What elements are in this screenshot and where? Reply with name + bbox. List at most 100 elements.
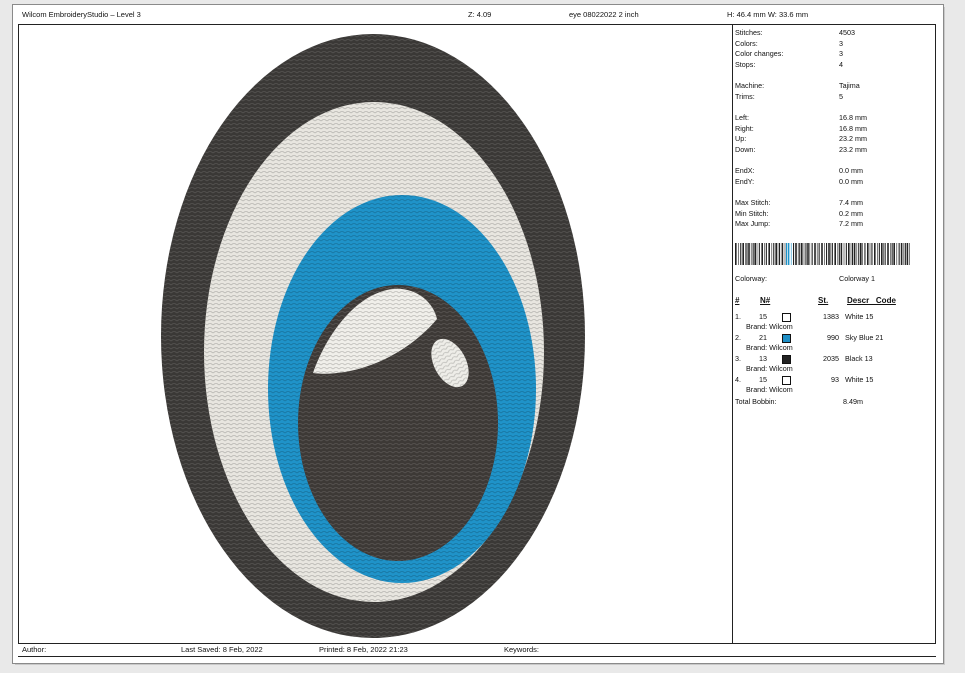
barcode-stripe <box>884 243 886 265</box>
barcode-stripe <box>848 243 850 265</box>
barcode-stripe <box>853 243 856 265</box>
barcode-stripe <box>781 243 784 265</box>
row-thread-number: 13 <box>759 354 767 363</box>
row-index: 1. <box>735 312 741 321</box>
row-index: 4. <box>735 375 741 384</box>
barcode-stripe <box>738 243 739 265</box>
colorway-label: Colorway: <box>735 274 767 283</box>
row-description: White 15 <box>845 375 874 384</box>
barcode-stripe <box>881 243 883 265</box>
thread-color-swatch <box>782 376 791 385</box>
barcode-stripe <box>874 243 876 265</box>
barcode-stripe <box>896 243 898 265</box>
barcode-stripe <box>862 243 863 265</box>
barcode-stripe <box>830 243 832 265</box>
barcode-stripe <box>891 243 893 265</box>
barcode-stripe <box>740 243 742 265</box>
barcode-stripe <box>773 243 775 265</box>
barcode-stripe <box>742 243 744 265</box>
zoom-readout: Z: 4.09 <box>468 10 492 19</box>
barcode-stripe <box>797 243 799 265</box>
row-brand: Brand: Wilcom <box>746 385 793 394</box>
row-stitch-count: 990 <box>827 333 839 342</box>
barcode-stripe <box>890 243 891 265</box>
row-description: Sky Blue 21 <box>845 333 884 342</box>
col-header-number: N# <box>760 296 771 305</box>
barcode-stripe <box>756 243 758 265</box>
row-index: 3. <box>735 354 741 363</box>
barcode-stripe <box>735 243 737 265</box>
thread-color-swatch <box>782 334 791 343</box>
barcode-stripe <box>758 243 760 265</box>
row-index: 2. <box>735 333 741 342</box>
barcode-stripe <box>893 243 895 265</box>
barcode-stripe <box>803 243 805 265</box>
total-bobbin-label: Total Bobbin: <box>735 397 777 406</box>
colorway-value: Colorway 1 <box>839 274 875 283</box>
barcode-stripe <box>838 243 840 265</box>
barcode-stripe <box>878 243 880 265</box>
barcode-stripe <box>824 243 825 265</box>
barcode-stripe <box>799 243 801 265</box>
col-header-stitches: St. <box>818 296 829 305</box>
row-description: White 15 <box>845 312 874 321</box>
barcode-stripe <box>850 243 852 265</box>
barcode-stripe <box>807 243 809 265</box>
barcode-stripe <box>745 243 746 265</box>
barcode-stripe <box>837 243 839 265</box>
barcode-stripe <box>843 243 845 265</box>
row-stitch-count: 2035 <box>823 354 839 363</box>
barcode-stripe <box>787 243 790 265</box>
keywords-label: Keywords: <box>504 645 540 654</box>
total-bobbin-value: 8.49m <box>843 397 863 406</box>
row-brand: Brand: Wilcom <box>746 322 793 331</box>
barcode-stripe <box>816 243 818 265</box>
barcode-stripe <box>801 243 803 265</box>
barcode-stripe <box>856 243 858 265</box>
barcode-stripe <box>877 243 878 265</box>
panel-divider <box>732 25 733 643</box>
barcode-stripe <box>765 243 767 265</box>
barcode-stripe <box>784 243 786 265</box>
col-header-descr-code: Descr Code <box>847 296 896 305</box>
barcode-stripe <box>903 243 905 265</box>
col-header-index: # <box>735 296 740 305</box>
design-size: H: 46.4 mm W: 33.6 mm <box>727 10 809 19</box>
row-brand: Brand: Wilcom <box>746 343 793 352</box>
barcode-stripe <box>904 243 906 265</box>
barcode-stripe <box>814 243 816 265</box>
barcode-stripe <box>811 243 813 265</box>
barcode-stripe <box>754 243 756 265</box>
barcode-stripe <box>805 243 807 265</box>
row-description: Black 13 <box>845 354 873 363</box>
barcode-stripe <box>779 243 781 265</box>
embroidery-design-preview <box>161 34 585 638</box>
barcode-stripe <box>909 243 910 265</box>
barcode-stripe <box>748 243 750 265</box>
barcode-stripe <box>840 243 843 265</box>
footer-divider <box>18 656 936 657</box>
row-thread-number: 21 <box>759 333 767 342</box>
barcode-stripe <box>828 243 830 265</box>
barcode-stripe <box>860 243 862 265</box>
barcode-stripe <box>864 243 866 265</box>
row-thread-number: 15 <box>759 375 767 384</box>
printed-date: Printed: 8 Feb, 2022 21:23 <box>319 645 408 654</box>
barcode-stripe <box>906 243 909 265</box>
row-stitch-count: 93 <box>831 375 839 384</box>
barcode-stripe <box>898 243 900 265</box>
row-brand: Brand: Wilcom <box>746 364 793 373</box>
barcode-stripe <box>869 243 871 265</box>
row-thread-number: 15 <box>759 312 767 321</box>
row-stitch-count: 1383 <box>823 312 839 321</box>
barcode-stripe <box>867 243 869 265</box>
barcode-stripe <box>777 243 779 265</box>
barcode-stripe <box>768 243 770 265</box>
color-sequence-barcode <box>735 243 910 265</box>
barcode-stripe <box>752 243 754 265</box>
barcode-stripe <box>795 243 797 265</box>
barcode-stripe <box>786 243 788 265</box>
last-saved: Last Saved: 8 Feb, 2022 <box>181 645 263 654</box>
barcode-stripe <box>790 243 792 265</box>
barcode-stripe <box>764 243 765 265</box>
